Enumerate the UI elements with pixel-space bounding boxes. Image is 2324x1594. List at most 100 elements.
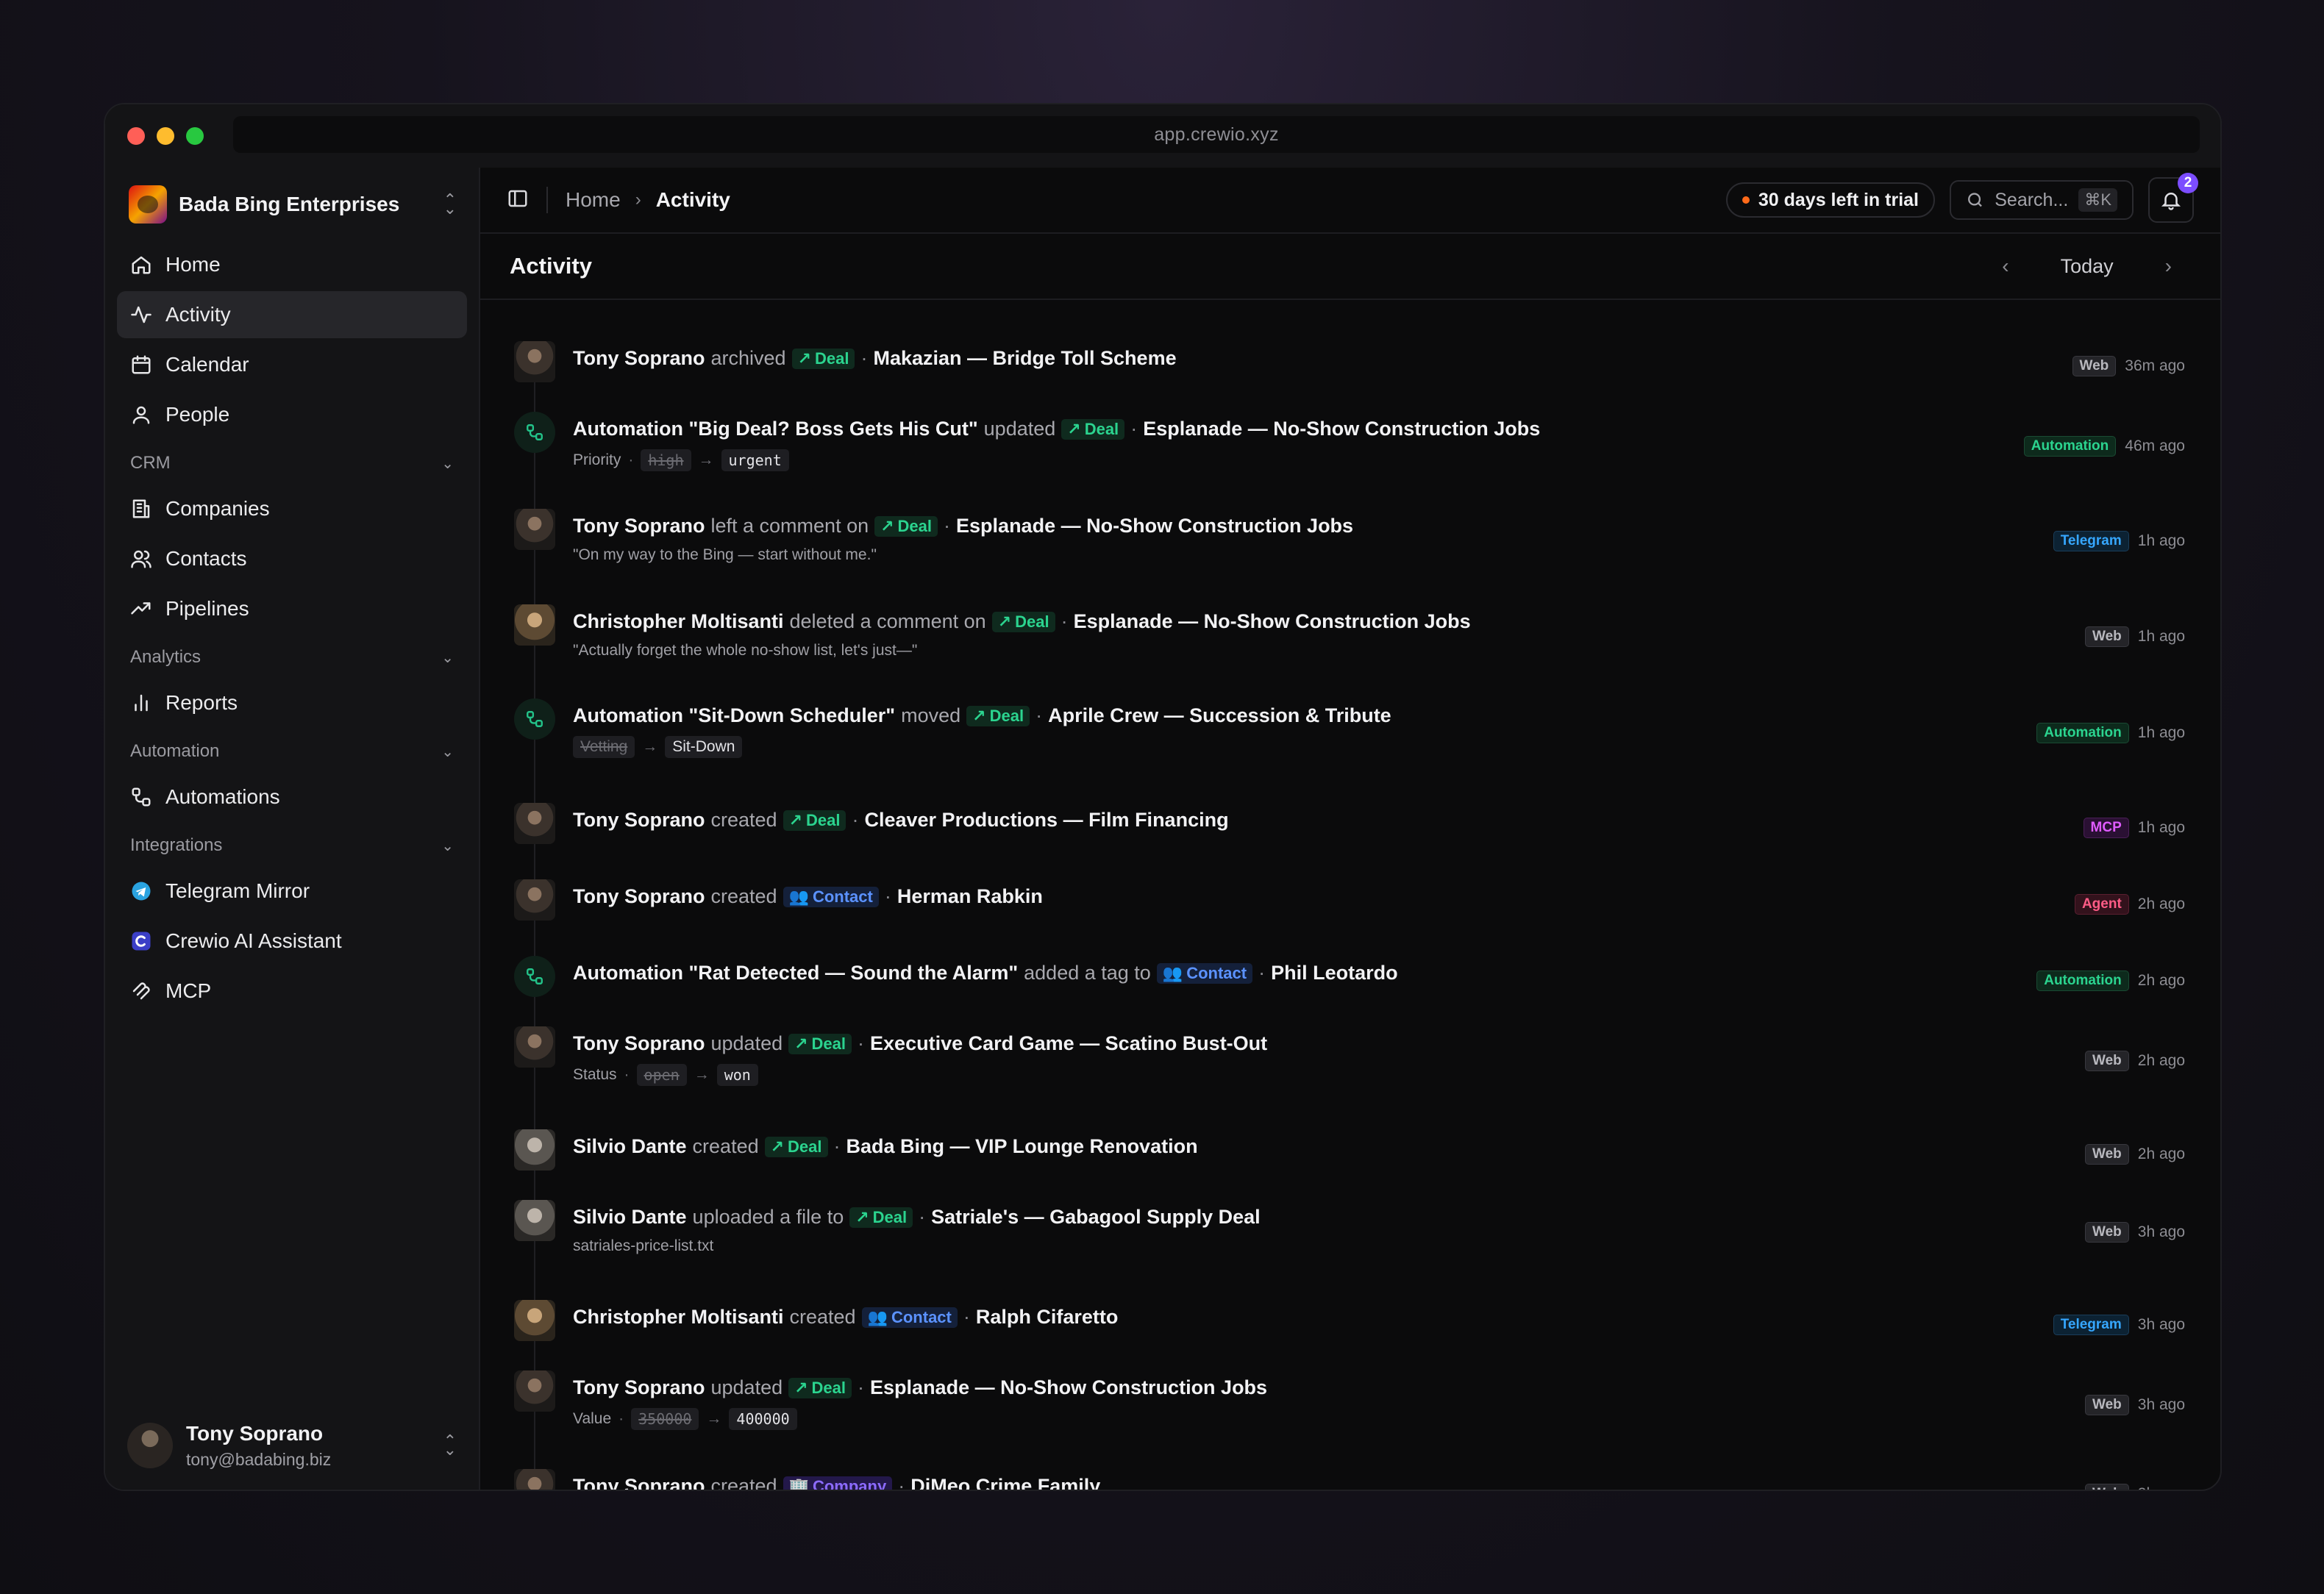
deal-icon: ↗	[880, 516, 894, 535]
sidebar-item-activity[interactable]: Activity	[117, 291, 467, 338]
event-target[interactable]: Aprile Crew — Succession & Tribute	[1048, 704, 1391, 727]
activity-event[interactable]: Silvio Dante created ↗ Deal · Bada Bing — VIP…	[514, 1129, 2185, 1171]
activity-event[interactable]: Tony Soprano updated ↗ Deal · Esplanade — No-…	[514, 1370, 2185, 1430]
breadcrumb-home[interactable]: Home	[566, 188, 621, 212]
search-input[interactable]: Search... ⌘K	[1950, 180, 2134, 220]
divider	[546, 187, 548, 213]
sidebar-item-home[interactable]: Home	[117, 241, 467, 288]
event-target[interactable]: Esplanade — No-Show Construction Jobs	[956, 515, 1353, 537]
event-actor[interactable]: Tony Soprano	[573, 1475, 705, 1490]
event-actor[interactable]: Tony Soprano	[573, 885, 705, 908]
event-actor[interactable]: Tony Soprano	[573, 515, 705, 537]
activity-event[interactable]: Christopher Moltisanti created 👥 Contact · Ra…	[514, 1300, 2185, 1341]
event-target[interactable]: Executive Card Game — Scatino Bust-Out	[870, 1032, 1267, 1055]
section-label: Analytics	[130, 647, 202, 667]
event-actor[interactable]: Automation "Sit-Down Scheduler"	[573, 704, 895, 727]
sidebar-item-companies[interactable]: Companies	[117, 485, 467, 532]
section-automation[interactable]: Automation ⌄	[105, 729, 479, 773]
url-bar[interactable]: app.crewio.xyz	[233, 116, 2200, 153]
section-integrations[interactable]: Integrations ⌄	[105, 823, 479, 868]
event-time: 2h ago	[2137, 972, 2185, 989]
close-window-button[interactable]	[127, 127, 145, 145]
event-verb: created	[710, 1475, 777, 1490]
event-line: Christopher Moltisanti deleted a comment …	[573, 610, 2085, 633]
sidebar-item-crewio-ai-assistant[interactable]: Crewio AI Assistant	[117, 918, 467, 965]
event-time: 2h ago	[2137, 1146, 2185, 1162]
day-label[interactable]: Today	[2061, 255, 2114, 278]
sidebar-item-telegram-mirror[interactable]: Telegram Mirror	[117, 868, 467, 915]
event-target[interactable]: Esplanade — No-Show Construction Jobs	[870, 1376, 1267, 1399]
event-target[interactable]: Ralph Cifaretto	[976, 1306, 1119, 1329]
section-analytics[interactable]: Analytics ⌄	[105, 635, 479, 679]
user-menu[interactable]: Tony Soprano tony@badabing.biz ⌃ ⌄	[105, 1401, 479, 1490]
activity-event[interactable]: Tony Soprano left a comment on ↗ Deal · Espla…	[514, 509, 2185, 564]
event-time: 3h ago	[2137, 1223, 2185, 1240]
activity-event[interactable]: Christopher Moltisanti deleted a comment …	[514, 604, 2185, 660]
sidebar-item-calendar[interactable]: Calendar	[117, 341, 467, 388]
separator: ·	[1061, 610, 1068, 632]
activity-event[interactable]: Tony Soprano created ↗ Deal · Cleaver Product…	[514, 803, 2185, 844]
event-target[interactable]: Phil Leotardo	[1271, 962, 1398, 984]
org-logo	[129, 185, 167, 224]
trial-badge[interactable]: 30 days left in trial	[1725, 182, 1935, 218]
org-switcher[interactable]: Bada Bing Enterprises ⌃ ⌄	[105, 168, 479, 241]
change-field: Value	[573, 1410, 612, 1427]
activity-event[interactable]: Silvio Dante uploaded a file to ↗ Deal · Satr…	[514, 1200, 2185, 1255]
event-actor[interactable]: Tony Soprano	[573, 809, 705, 832]
sidebar-item-people[interactable]: People	[117, 391, 467, 438]
deal-icon: ↗	[794, 1034, 808, 1053]
event-target[interactable]: DiMeo Crime Family	[910, 1475, 1100, 1490]
primary-nav: Home Activity Calendar People	[105, 241, 479, 438]
event-actor[interactable]: Tony Soprano	[573, 1032, 705, 1055]
event-verb: updated	[983, 418, 1056, 440]
event-actor[interactable]: Automation "Rat Detected — Sound the Ala…	[573, 962, 1018, 984]
event-time: 1h ago	[2137, 532, 2185, 549]
activity-event[interactable]: Tony Soprano updated ↗ Deal · Executive Card …	[514, 1026, 2185, 1086]
event-target[interactable]: Bada Bing — VIP Lounge Renovation	[846, 1135, 1198, 1158]
change-field: Priority	[573, 451, 621, 468]
notifications-button[interactable]: 2	[2148, 173, 2198, 223]
event-meta: Telegram 1h ago	[2053, 509, 2185, 564]
activity-event[interactable]: Tony Soprano created 👥 Contact · Herman Rabki…	[514, 879, 2185, 921]
event-target[interactable]: Satriale's — Gabagool Supply Deal	[931, 1206, 1261, 1229]
sidebar-item-automations[interactable]: Automations	[117, 773, 467, 821]
event-target[interactable]: Herman Rabkin	[897, 885, 1043, 908]
sidebar-item-reports[interactable]: Reports	[117, 679, 467, 726]
sidebar-item-pipelines[interactable]: Pipelines	[117, 585, 467, 632]
chevron-left-icon[interactable]: ‹	[2002, 254, 2008, 278]
event-actor[interactable]: Silvio Dante	[573, 1135, 687, 1158]
activity-event[interactable]: Tony Soprano archived ↗ Deal · Makazian — Bri…	[514, 341, 2185, 382]
entity-tag: ↗ Deal	[966, 705, 1030, 726]
activity-event[interactable]: Automation "Rat Detected — Sound the Ala…	[514, 956, 2185, 997]
event-actor[interactable]: Tony Soprano	[573, 1376, 705, 1399]
event-target[interactable]: Esplanade — No-Show Construction Jobs	[1143, 418, 1540, 440]
entity-tag: 🏢 Company	[783, 1476, 893, 1490]
activity-event[interactable]: Automation "Big Deal? Boss Gets His Cut"…	[514, 412, 2185, 471]
chevron-right-icon[interactable]: ›	[2165, 254, 2172, 278]
sidebar-item-contacts[interactable]: Contacts	[117, 535, 467, 582]
maximize-window-button[interactable]	[186, 127, 204, 145]
entity-tag-label: Contact	[891, 1307, 952, 1326]
person-icon	[130, 404, 152, 426]
sidebar-toggle-icon[interactable]	[507, 187, 529, 213]
event-actor[interactable]: Christopher Moltisanti	[573, 1306, 784, 1329]
day-navigator: ‹ Today ›	[2002, 254, 2172, 278]
activity-event[interactable]: Automation "Sit-Down Scheduler" moved ↗ Dea…	[514, 698, 2185, 758]
sidebar-item-mcp[interactable]: MCP	[117, 968, 467, 1015]
title-bar: app.crewio.xyz	[105, 104, 2220, 168]
activity-event[interactable]: Tony Soprano created 🏢 Company · DiMeo Crime …	[514, 1469, 2185, 1490]
event-target[interactable]: Makazian — Bridge Toll Scheme	[873, 347, 1176, 370]
entity-tag: ↗ Deal	[788, 1033, 852, 1054]
event-actor[interactable]: Christopher Moltisanti	[573, 610, 784, 633]
event-actor[interactable]: Automation "Big Deal? Boss Gets His Cut"	[573, 418, 978, 440]
minimize-window-button[interactable]	[157, 127, 174, 145]
entity-tag-label: Deal	[788, 1137, 822, 1156]
event-actor[interactable]: Silvio Dante	[573, 1206, 687, 1229]
event-target[interactable]: Cleaver Productions — Film Financing	[864, 809, 1228, 832]
source-badge: Agent	[2074, 894, 2129, 915]
section-crm[interactable]: CRM ⌄	[105, 441, 479, 485]
event-target[interactable]: Esplanade — No-Show Construction Jobs	[1074, 610, 1471, 633]
event-verb: left a comment on	[710, 515, 869, 537]
event-actor[interactable]: Tony Soprano	[573, 347, 705, 370]
change-row: Status · open → won	[573, 1064, 2085, 1086]
